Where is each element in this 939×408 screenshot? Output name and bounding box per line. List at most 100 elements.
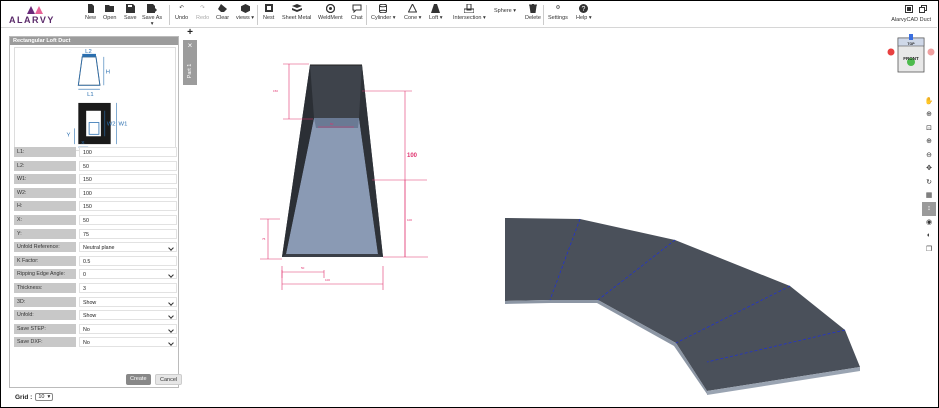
cone-button[interactable]: Cone ▾ bbox=[404, 3, 421, 27]
zoom-window-icon[interactable]: ⊕ bbox=[922, 135, 936, 149]
restore-icon[interactable] bbox=[919, 5, 927, 13]
settings-button[interactable]: ⚙ Settings bbox=[548, 3, 568, 27]
viewport-canvas[interactable]: 150 100 100 75 50 100 50 bbox=[199, 29, 921, 405]
nest-button[interactable]: Nest bbox=[263, 3, 274, 27]
zoom-in-icon[interactable]: ⊕ bbox=[922, 108, 936, 122]
redo-button[interactable]: ↷ Redo bbox=[196, 3, 209, 27]
viewcube[interactable]: TOP FRONT bbox=[886, 32, 936, 77]
grid-control: Grid : 10 ▾ bbox=[15, 393, 54, 401]
chevron-down-icon: ▾ bbox=[481, 15, 486, 21]
property-row: Save DXF: No bbox=[14, 337, 177, 348]
contrast-icon[interactable]: ◐ bbox=[922, 229, 936, 243]
property-label: L1: bbox=[14, 147, 76, 157]
property-input[interactable]: 100 bbox=[79, 147, 177, 157]
layers-icon[interactable]: ❐ bbox=[922, 243, 936, 257]
clear-button[interactable]: Clear bbox=[216, 3, 229, 27]
property-row: 3D: Show bbox=[14, 296, 177, 308]
weldment-button[interactable]: WeldMent bbox=[318, 3, 343, 27]
cylinder-button[interactable]: Cylinder ▾ bbox=[371, 3, 395, 27]
delete-button[interactable]: Delete bbox=[525, 3, 541, 27]
svg-text:L2: L2 bbox=[85, 49, 92, 55]
property-label: K Factor: bbox=[14, 255, 76, 266]
duct-3d-model[interactable] bbox=[282, 64, 383, 257]
property-input[interactable]: 50 bbox=[79, 160, 177, 171]
intersection-button[interactable]: Intersection ▾ bbox=[453, 3, 486, 27]
svg-text:FRONT: FRONT bbox=[903, 56, 919, 61]
rotate-icon[interactable]: ↻ bbox=[922, 175, 936, 189]
property-row: L2: 50 bbox=[14, 160, 177, 172]
part-tab[interactable]: × Part 1 bbox=[183, 40, 197, 85]
svg-text:Y: Y bbox=[67, 132, 71, 138]
property-input[interactable]: 150 bbox=[79, 201, 177, 212]
svg-text:150: 150 bbox=[273, 89, 278, 93]
property-label: X: bbox=[14, 215, 76, 225]
grid-select[interactable]: 10 ▾ bbox=[35, 393, 54, 401]
property-select[interactable]: Neutral plane bbox=[79, 242, 177, 253]
eye-icon[interactable]: ◉ bbox=[922, 216, 936, 230]
cancel-button[interactable]: Cancel bbox=[155, 374, 183, 385]
chevron-down-icon: ▾ bbox=[511, 8, 517, 14]
folder-open-icon bbox=[104, 3, 115, 13]
property-select[interactable]: 0 bbox=[79, 269, 177, 280]
cone-icon bbox=[408, 3, 418, 13]
save-button[interactable]: Save bbox=[124, 3, 137, 27]
alarvy-logo[interactable]: ALARVY bbox=[7, 5, 77, 25]
property-input[interactable]: 75 bbox=[79, 228, 177, 239]
views-button[interactable]: views ▾ bbox=[236, 3, 254, 27]
save-as-button[interactable]: Save As ▾ bbox=[142, 3, 162, 27]
window-icon[interactable] bbox=[905, 5, 913, 13]
create-button[interactable]: Create bbox=[126, 374, 151, 385]
add-part-button[interactable]: + bbox=[184, 27, 196, 39]
toolbar-separator bbox=[366, 5, 367, 25]
chevron-down-icon: ▾ bbox=[249, 15, 255, 21]
property-select[interactable]: No bbox=[79, 337, 177, 348]
panel-title: Rectangular Loft Duct bbox=[10, 37, 178, 45]
help-icon: ? bbox=[579, 3, 589, 13]
loft-icon bbox=[431, 3, 441, 13]
property-label: Save STEP: bbox=[14, 323, 76, 334]
sheet-metal-button[interactable]: Sheet Metal bbox=[282, 3, 311, 27]
chevron-down-icon: ▾ bbox=[587, 15, 592, 21]
close-icon[interactable]: × bbox=[183, 41, 197, 50]
property-select[interactable]: Show bbox=[79, 296, 177, 307]
svg-text:ALARVY: ALARVY bbox=[9, 15, 55, 25]
measure-icon[interactable]: ↕ bbox=[922, 202, 936, 216]
chevron-down-icon: ▾ bbox=[391, 15, 396, 21]
gear-icon: ⚙ bbox=[555, 5, 561, 11]
nest-icon bbox=[264, 3, 274, 13]
zoom-out-icon[interactable]: ⊖ bbox=[922, 148, 936, 162]
chat-button[interactable]: Chat bbox=[351, 3, 363, 27]
property-input[interactable]: 3 bbox=[79, 283, 177, 293]
hand-icon[interactable]: ✋ bbox=[922, 94, 936, 108]
property-input[interactable]: 150 bbox=[79, 174, 177, 185]
help-button[interactable]: ? Help ▾ bbox=[576, 3, 592, 27]
undo-button[interactable]: ↶ Undo bbox=[175, 3, 188, 27]
property-label: W1: bbox=[14, 174, 76, 185]
property-row: Ripping Edge Angle: 0 bbox=[14, 269, 177, 280]
svg-text:50: 50 bbox=[330, 122, 334, 126]
property-select[interactable]: No bbox=[79, 323, 177, 334]
property-row: Unfold Reference: Neutral plane bbox=[14, 242, 177, 253]
redo-icon: ↷ bbox=[200, 5, 205, 11]
grid-icon[interactable]: ▦ bbox=[922, 189, 936, 203]
eraser-icon bbox=[218, 3, 228, 13]
property-row: K Factor: 0.5 bbox=[14, 255, 177, 267]
svg-text:100: 100 bbox=[325, 278, 330, 282]
property-input[interactable]: 0.5 bbox=[79, 255, 177, 266]
property-label: Unfold Reference: bbox=[14, 242, 76, 253]
property-input[interactable]: 50 bbox=[79, 215, 177, 225]
new-button[interactable]: New bbox=[85, 3, 96, 27]
loft-button[interactable]: Loft ▾ bbox=[429, 3, 442, 27]
property-row: H: 150 bbox=[14, 201, 177, 212]
unfolded-pattern[interactable] bbox=[505, 218, 860, 395]
property-input[interactable]: 100 bbox=[79, 187, 177, 198]
save-icon bbox=[125, 3, 135, 13]
open-button[interactable]: Open bbox=[103, 3, 116, 27]
property-row: X: 50 bbox=[14, 215, 177, 226]
property-select[interactable]: Show bbox=[79, 310, 177, 321]
chevron-down-icon: ▾ bbox=[417, 15, 422, 21]
app-title: AlarvyCAD Duct bbox=[891, 17, 931, 23]
cylinder-icon bbox=[378, 3, 388, 13]
pan-icon[interactable]: ✥ bbox=[922, 162, 936, 176]
zoom-fit-icon[interactable]: ⊡ bbox=[922, 121, 936, 135]
